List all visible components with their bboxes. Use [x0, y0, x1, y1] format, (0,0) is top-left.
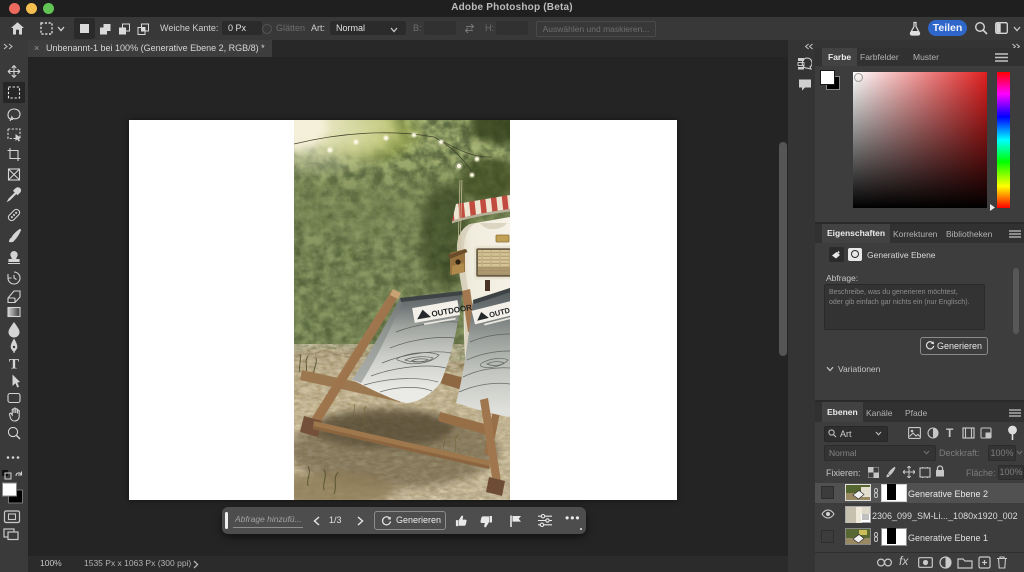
- svg-text:T: T: [9, 357, 19, 373]
